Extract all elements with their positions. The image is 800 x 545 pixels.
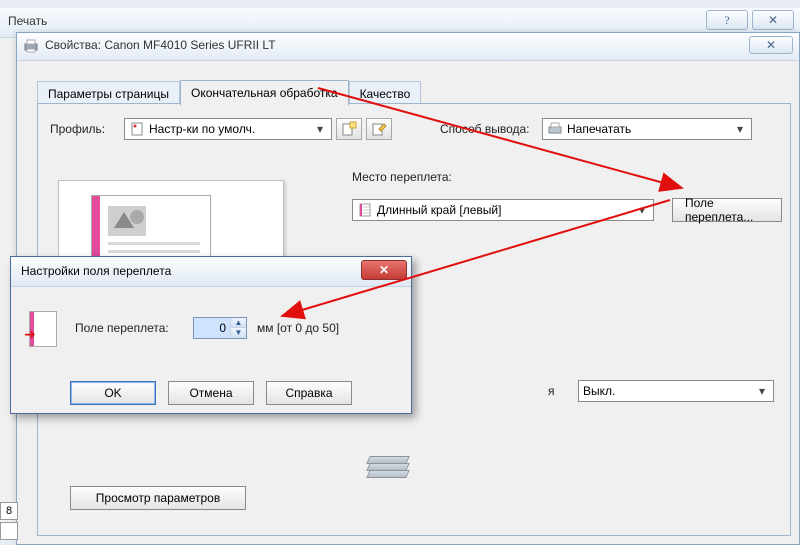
- finishing-combo-cut-label: я: [548, 384, 555, 398]
- properties-titlebar[interactable]: Свойства: Canon MF4010 Series UFRII LT ✕: [17, 33, 799, 61]
- gutter-spinner[interactable]: ▲ ▼: [193, 317, 247, 339]
- gutter-settings-dialog: Настройки поля переплета ✕ ➜ Поле перепл…: [10, 256, 412, 414]
- print-parent-title: Печать: [8, 14, 47, 28]
- finishing-output-value: Выкл.: [583, 384, 755, 398]
- gutter-cancel-button[interactable]: Отмена: [168, 381, 254, 405]
- profile-edit-button[interactable]: [366, 118, 392, 140]
- properties-title: Свойства: Canon MF4010 Series UFRII LT: [45, 38, 276, 52]
- grid-cell: [0, 522, 18, 540]
- chevron-down-icon: ▾: [755, 384, 769, 398]
- tab-finishing[interactable]: Окончательная обработка: [180, 80, 349, 106]
- chevron-down-icon: ▾: [733, 122, 747, 136]
- gutter-field-label: Поле переплета:: [75, 321, 193, 335]
- gutter-help-button[interactable]: Справка: [266, 381, 352, 405]
- grid-cell: 8: [0, 502, 18, 520]
- chevron-down-icon: ▾: [313, 122, 327, 136]
- chevron-down-icon: ▾: [635, 203, 649, 217]
- gutter-dialog-close-button[interactable]: ✕: [361, 260, 407, 280]
- profile-value: Настр-ки по умолч.: [149, 122, 313, 136]
- profile-label: Профиль:: [50, 122, 124, 136]
- output-label: Способ вывода:: [440, 122, 542, 136]
- spinner-down-button[interactable]: ▼: [231, 328, 246, 338]
- spinner-up-button[interactable]: ▲: [231, 318, 246, 328]
- gutter-arrow-icon: ➜: [24, 326, 36, 343]
- properties-close-button[interactable]: ✕: [749, 36, 793, 54]
- gutter-value-input[interactable]: [194, 318, 230, 338]
- gutter-dialog-titlebar[interactable]: Настройки поля переплета ✕: [11, 257, 411, 287]
- profile-doc-icon: [129, 121, 145, 137]
- print-icon: [547, 121, 563, 137]
- gutter-ok-button[interactable]: OK: [70, 381, 156, 405]
- help-button[interactable]: ?: [706, 10, 748, 30]
- gutter-unit-hint: мм [от 0 до 50]: [257, 321, 339, 335]
- profile-combo[interactable]: Настр-ки по умолч. ▾: [124, 118, 332, 140]
- binding-location-value: Длинный край [левый]: [377, 203, 635, 217]
- printer-icon: [23, 38, 39, 54]
- finishing-output-combo[interactable]: Выкл. ▾: [578, 380, 774, 402]
- gutter-dialog-title: Настройки поля переплета: [21, 264, 171, 278]
- paper-stack-icon: [368, 456, 416, 486]
- output-combo[interactable]: Напечатать ▾: [542, 118, 752, 140]
- output-value: Напечатать: [567, 122, 733, 136]
- gutter-page-icon: ➜: [29, 311, 57, 347]
- tabs-bar: Параметры страницы Окончательная обработ…: [37, 79, 421, 105]
- binding-location-combo[interactable]: Длинный край [левый] ▾: [352, 199, 654, 221]
- binding-page-icon: [357, 202, 373, 218]
- binding-gutter-button[interactable]: Поле переплета...: [672, 198, 782, 222]
- close-button[interactable]: ✕: [752, 10, 794, 30]
- profile-add-button[interactable]: [336, 118, 362, 140]
- view-parameters-button[interactable]: Просмотр параметров: [70, 486, 246, 510]
- binding-location-label: Место переплета:: [352, 170, 452, 184]
- background-grid-fragment: 8: [0, 500, 24, 545]
